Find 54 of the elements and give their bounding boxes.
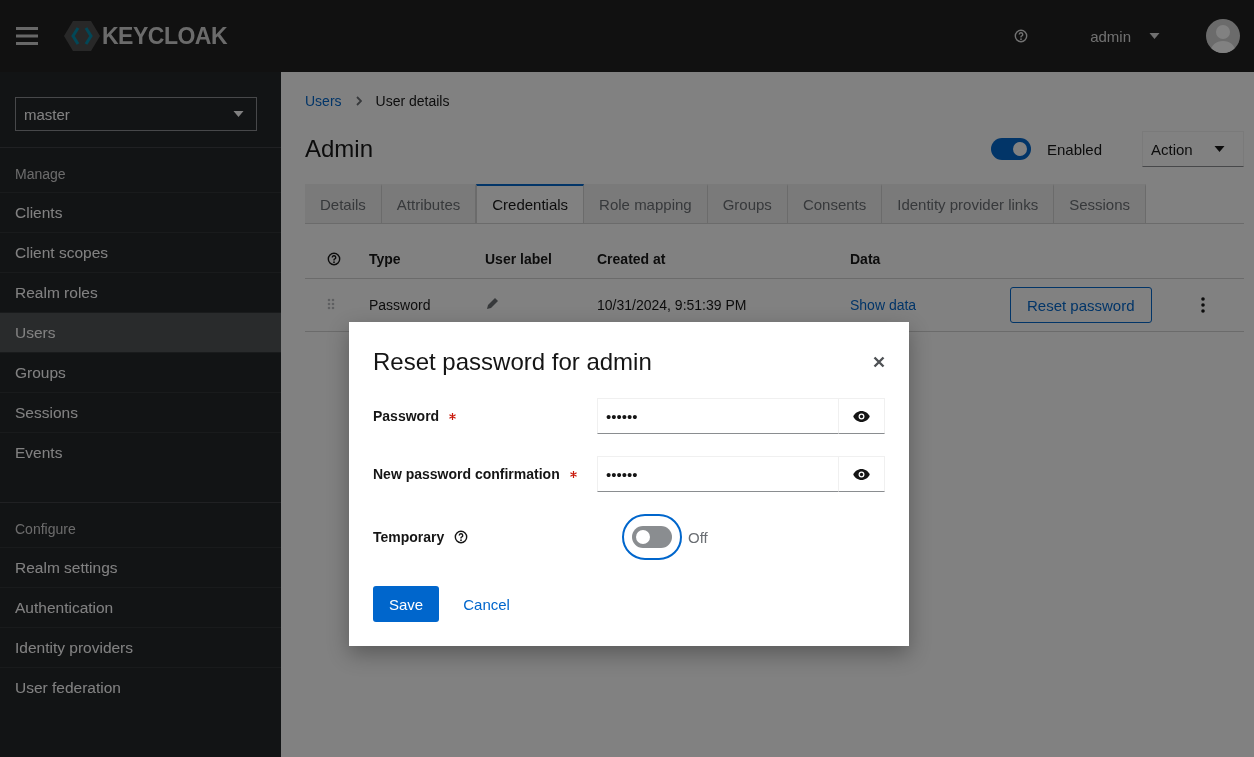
field-label: Temporary bbox=[373, 529, 445, 545]
pencil-icon[interactable] bbox=[485, 296, 499, 311]
switch-label: Off bbox=[688, 528, 708, 546]
dialog-title: Reset password for admin bbox=[373, 348, 652, 376]
chevron-icon bbox=[355, 96, 362, 106]
action-dropdown[interactable]: Action bbox=[1142, 131, 1244, 167]
brand-name: KEYCLOAK bbox=[102, 22, 228, 50]
page-title: Admin bbox=[305, 135, 375, 163]
kebab-icon[interactable] bbox=[1201, 297, 1205, 313]
enabled-switch[interactable] bbox=[990, 138, 1031, 160]
help-icon[interactable] bbox=[454, 530, 469, 544]
switch-label: Enabled bbox=[1046, 140, 1102, 158]
tab[interactable]: Identity provider links bbox=[882, 184, 1055, 223]
caret-icon bbox=[233, 111, 244, 117]
required-icon bbox=[569, 470, 577, 478]
cancel-button[interactable]: Cancel bbox=[447, 595, 526, 613]
drag-handle-icon[interactable] bbox=[327, 298, 335, 310]
eye-icon bbox=[853, 410, 870, 422]
column-header: Data bbox=[850, 251, 882, 267]
field-label: New password confirmation bbox=[373, 466, 560, 482]
tab[interactable]: Credentials bbox=[476, 184, 585, 223]
password-field[interactable]: •••••• bbox=[597, 456, 839, 492]
user-menu[interactable]: admin bbox=[1084, 26, 1166, 46]
table-cell-text: Password bbox=[369, 297, 432, 313]
close-icon[interactable] bbox=[873, 356, 885, 368]
column-header: User label bbox=[485, 251, 553, 267]
table-cell-text: 10/31/2024, 9:51:39 PM bbox=[597, 297, 748, 313]
breadcrumb-item[interactable]: Users bbox=[305, 93, 342, 109]
avatar-icon[interactable] bbox=[1206, 19, 1240, 53]
realm-select[interactable]: master bbox=[15, 97, 257, 131]
tab[interactable]: Details bbox=[305, 184, 382, 223]
reset-password-button[interactable]: Reset password bbox=[1010, 287, 1152, 323]
tab[interactable]: Attributes bbox=[381, 184, 477, 223]
show-data-link[interactable]: Show data bbox=[850, 297, 1010, 313]
column-header: Created at bbox=[597, 251, 667, 267]
show-password-button[interactable] bbox=[839, 456, 885, 492]
breadcrumb-item: User details bbox=[375, 93, 450, 109]
tab[interactable]: Role mapping bbox=[584, 184, 708, 223]
logo-icon bbox=[64, 21, 100, 51]
caret-icon bbox=[1214, 146, 1225, 152]
tab[interactable]: Consents bbox=[787, 184, 883, 223]
temporary-switch[interactable] bbox=[632, 526, 672, 548]
caret-icon bbox=[1149, 33, 1160, 39]
save-button[interactable]: Save bbox=[373, 586, 440, 622]
column-header: Type bbox=[369, 251, 402, 267]
field-label: Password bbox=[373, 408, 440, 424]
tab[interactable]: Groups bbox=[707, 184, 788, 223]
menu-icon[interactable] bbox=[16, 27, 38, 45]
tab[interactable]: Sessions bbox=[1054, 184, 1147, 223]
show-password-button[interactable] bbox=[839, 398, 885, 434]
password-field[interactable]: •••••• bbox=[597, 398, 839, 434]
eye-icon bbox=[853, 468, 870, 480]
nav-item[interactable]: Users bbox=[0, 312, 281, 352]
required-icon bbox=[449, 412, 457, 420]
